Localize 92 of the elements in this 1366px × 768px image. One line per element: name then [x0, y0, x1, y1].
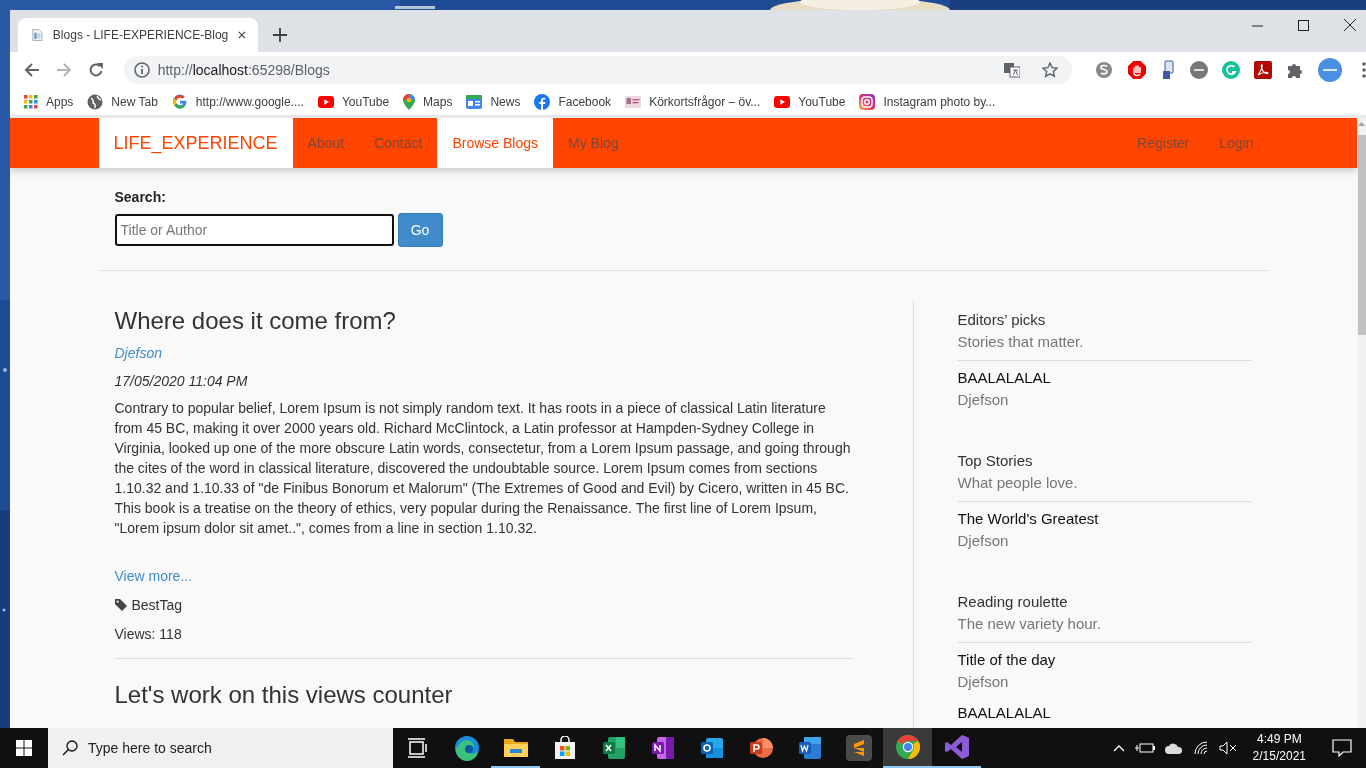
more-icon[interactable] — [1362, 62, 1366, 78]
post-excerpt: Contrary to popular belief, Lorem Ipsum is not simply random text. It has roots in a piece of classical Latin literature from 45 BC, making it over 2000 years old. Richard McClintock, a Latin professor at Hampden-Sydney College in Virginia, looked up one of the more obscure Latin words, consectetur, from a Lorem Ipsum passage, and going through the cites of the word in classical literature, discovered the undoubtable source. Lorem Ipsum comes from sections 1.10.32 and 1.10.33 of "de Finibus Bonorum et Malorum" (The Extremes of Good and Evil) by Cicero, written in 45 BC. This book is a treatise on the theory of ethics, very popular during the Renaissance. The first line of Lorem Ipsum, "Lorem ipsum dolor sit amet..", comes from a line in section 1.10.32. — [114, 399, 852, 538]
news-icon — [466, 93, 483, 110]
search-icon — [62, 740, 78, 756]
story-title-link[interactable]: BAALALALAL — [957, 704, 1252, 721]
folder-icon — [502, 736, 529, 758]
notification-icon[interactable] — [1332, 739, 1352, 757]
clock-time[interactable]: 4:49 PM — [1256, 731, 1302, 748]
bookmark[interactable]: Körkortsfrågor – öv... — [625, 94, 761, 109]
taskbar-app-button[interactable] — [883, 728, 932, 768]
star-icon[interactable] — [1042, 62, 1058, 78]
views-count: Views: 118 — [114, 626, 183, 642]
new-tab-icon[interactable] — [273, 28, 287, 42]
tag-icon — [114, 599, 127, 611]
notebook-icon — [650, 736, 675, 760]
bookmark[interactable]: Maps — [403, 93, 453, 110]
tab-title: Blogs - LIFE-EXPERIENCE-Blog — [52, 28, 229, 42]
apps-grid-icon — [24, 94, 38, 109]
post-title[interactable]: Where does it come from? — [114, 307, 853, 335]
maximize-icon[interactable] — [1298, 19, 1309, 31]
puzzle-icon[interactable] — [1286, 61, 1304, 79]
view-more-link[interactable]: View more... — [114, 568, 853, 584]
globe-icon — [87, 93, 104, 110]
chevron-up-icon[interactable] — [1112, 744, 1125, 752]
story-author: Djefson — [957, 673, 1010, 690]
document-app-icon — [797, 736, 822, 760]
task-view-icon — [406, 738, 429, 758]
section-heading: Editors’ picks — [957, 311, 1047, 328]
bookmark[interactable]: http://www.google.... — [171, 93, 304, 110]
story-title-link[interactable]: The World's Greatest — [957, 510, 1252, 527]
close-icon[interactable] — [1344, 19, 1356, 31]
stop-hand-icon[interactable] — [1128, 61, 1146, 79]
author-link[interactable]: Djefson — [114, 345, 853, 361]
section-heading: Top Stories — [957, 452, 1034, 469]
youtube-icon — [317, 95, 334, 108]
url-text: http://localhost:65298/Blogs — [157, 62, 330, 78]
muted-speaker-icon[interactable] — [1218, 741, 1237, 755]
tag-label[interactable]: BestTag — [131, 597, 183, 613]
close-icon[interactable] — [238, 30, 246, 40]
taskbar-search-field[interactable]: Type here to search — [48, 728, 393, 768]
bookmark[interactable]: New Tab — [87, 93, 158, 110]
bookmark[interactable]: Apps — [24, 94, 74, 109]
ide-icon — [943, 734, 970, 760]
story-author: Djefson — [957, 391, 1010, 408]
page-icon — [32, 27, 43, 43]
scrollbar-thumb[interactable] — [1357, 135, 1366, 335]
wifi-icon[interactable] — [1192, 741, 1209, 755]
instagram-icon — [859, 93, 876, 110]
search-label: Search: — [114, 189, 167, 205]
bookmark[interactable]: News — [466, 93, 521, 110]
circle-extension-icon[interactable] — [1190, 61, 1208, 79]
post-date: 17/05/2020 11:04 PM — [114, 373, 249, 389]
bookmark[interactable]: YouTube — [317, 94, 390, 109]
info-icon — [133, 62, 150, 78]
browser-tab[interactable]: Blogs - LIFE-EXPERIENCE-Blog — [18, 18, 258, 52]
youtube-icon — [774, 95, 791, 108]
pdf-extension-icon[interactable] — [1254, 61, 1272, 79]
mail-app-icon — [699, 736, 724, 760]
back-icon[interactable] — [24, 62, 40, 78]
id-card-icon — [625, 95, 642, 108]
section-subheading: Stories that matter. — [957, 333, 1085, 350]
story-title-link[interactable]: Title of the day — [957, 651, 1252, 668]
battery-icon[interactable] — [1134, 742, 1155, 754]
bookmark[interactable]: Instagram photo by... — [859, 93, 996, 110]
scrollbar[interactable] — [1357, 118, 1366, 728]
google-icon — [171, 93, 188, 110]
presentation-icon — [748, 736, 773, 760]
shopping-bag-icon — [552, 736, 577, 760]
spreadsheet-icon — [601, 736, 626, 760]
bookmark[interactable]: Facebook — [534, 93, 612, 110]
cloud-icon[interactable] — [1164, 742, 1183, 754]
chat-extension-icon[interactable] — [1094, 60, 1114, 80]
section-subheading: What people love. — [957, 474, 1079, 491]
nav-link[interactable]: Browse Blogs — [437, 118, 553, 168]
go-button[interactable]: Go — [397, 213, 443, 247]
section-subheading: The new variety hour. — [957, 615, 1102, 632]
story-author: Djefson — [957, 532, 1010, 549]
section-heading: Reading roulette — [957, 593, 1069, 610]
map-pin-icon — [403, 93, 416, 110]
post-title[interactable]: Let's work on this views counter — [114, 681, 853, 709]
bookmark[interactable]: YouTube — [774, 94, 846, 109]
translate-icon[interactable] — [1004, 62, 1020, 78]
chrome-icon — [894, 734, 921, 760]
address-bar[interactable]: http://localhost:65298/Blogs — [123, 56, 1072, 84]
edge-icon — [453, 735, 480, 761]
code-editor-icon — [845, 735, 872, 761]
story-title-link[interactable]: BAALALALAL — [957, 369, 1252, 386]
windows-start-icon[interactable] — [16, 740, 32, 756]
search-field[interactable]: Title or Author — [114, 214, 394, 246]
reload-icon[interactable] — [87, 62, 104, 78]
clock-date[interactable]: 2/15/2021 — [1252, 748, 1306, 765]
facebook-icon — [534, 93, 551, 110]
